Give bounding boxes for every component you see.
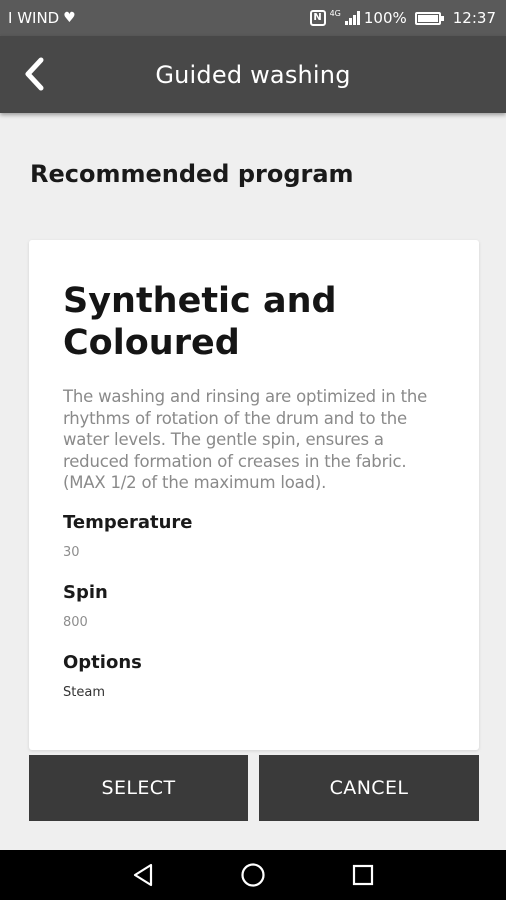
- temperature-value: 30: [63, 544, 80, 560]
- program-description: The washing and rinsing are optimized in…: [63, 387, 428, 492]
- spin-label: Spin: [63, 581, 108, 603]
- nav-back-button[interactable]: [128, 860, 158, 890]
- options-value: Steam: [63, 684, 105, 700]
- status-left: I WIND ♥: [8, 9, 76, 27]
- circle-home-icon: [241, 863, 265, 887]
- network-type: 4G: [329, 9, 341, 18]
- chevron-left-icon: [25, 57, 44, 91]
- clock: 12:37: [452, 9, 496, 27]
- temperature-label: Temperature: [63, 511, 193, 533]
- battery-icon: [414, 11, 444, 25]
- heart-icon: ♥: [63, 10, 76, 26]
- app-bar: Guided washing: [0, 36, 506, 113]
- page-title: Recommended program: [30, 160, 354, 188]
- options-label: Options: [63, 651, 142, 673]
- system-nav-bar: [0, 850, 506, 900]
- program-name: Synthetic and Coloured: [63, 281, 337, 363]
- carrier-name: I WIND: [8, 9, 60, 27]
- signal-icon: [344, 11, 360, 25]
- app-bar-title: Guided washing: [155, 60, 351, 89]
- cancel-button[interactable]: CANCEL: [259, 755, 479, 821]
- square-recents-icon: [352, 864, 374, 886]
- select-button[interactable]: SELECT: [29, 755, 248, 821]
- program-card: Synthetic and Coloured The washing and r…: [29, 240, 479, 750]
- nav-recents-button[interactable]: [348, 860, 378, 890]
- battery-percent: 100%: [363, 9, 407, 27]
- nav-home-button[interactable]: [238, 860, 268, 890]
- status-bar: I WIND ♥ N 4G 100% 12:37: [0, 0, 506, 36]
- nfc-icon: N: [309, 10, 326, 26]
- triangle-back-icon: [133, 863, 153, 887]
- back-button[interactable]: [14, 54, 54, 94]
- status-right: N 4G 100% 12:37: [309, 9, 496, 27]
- spin-value: 800: [63, 614, 88, 630]
